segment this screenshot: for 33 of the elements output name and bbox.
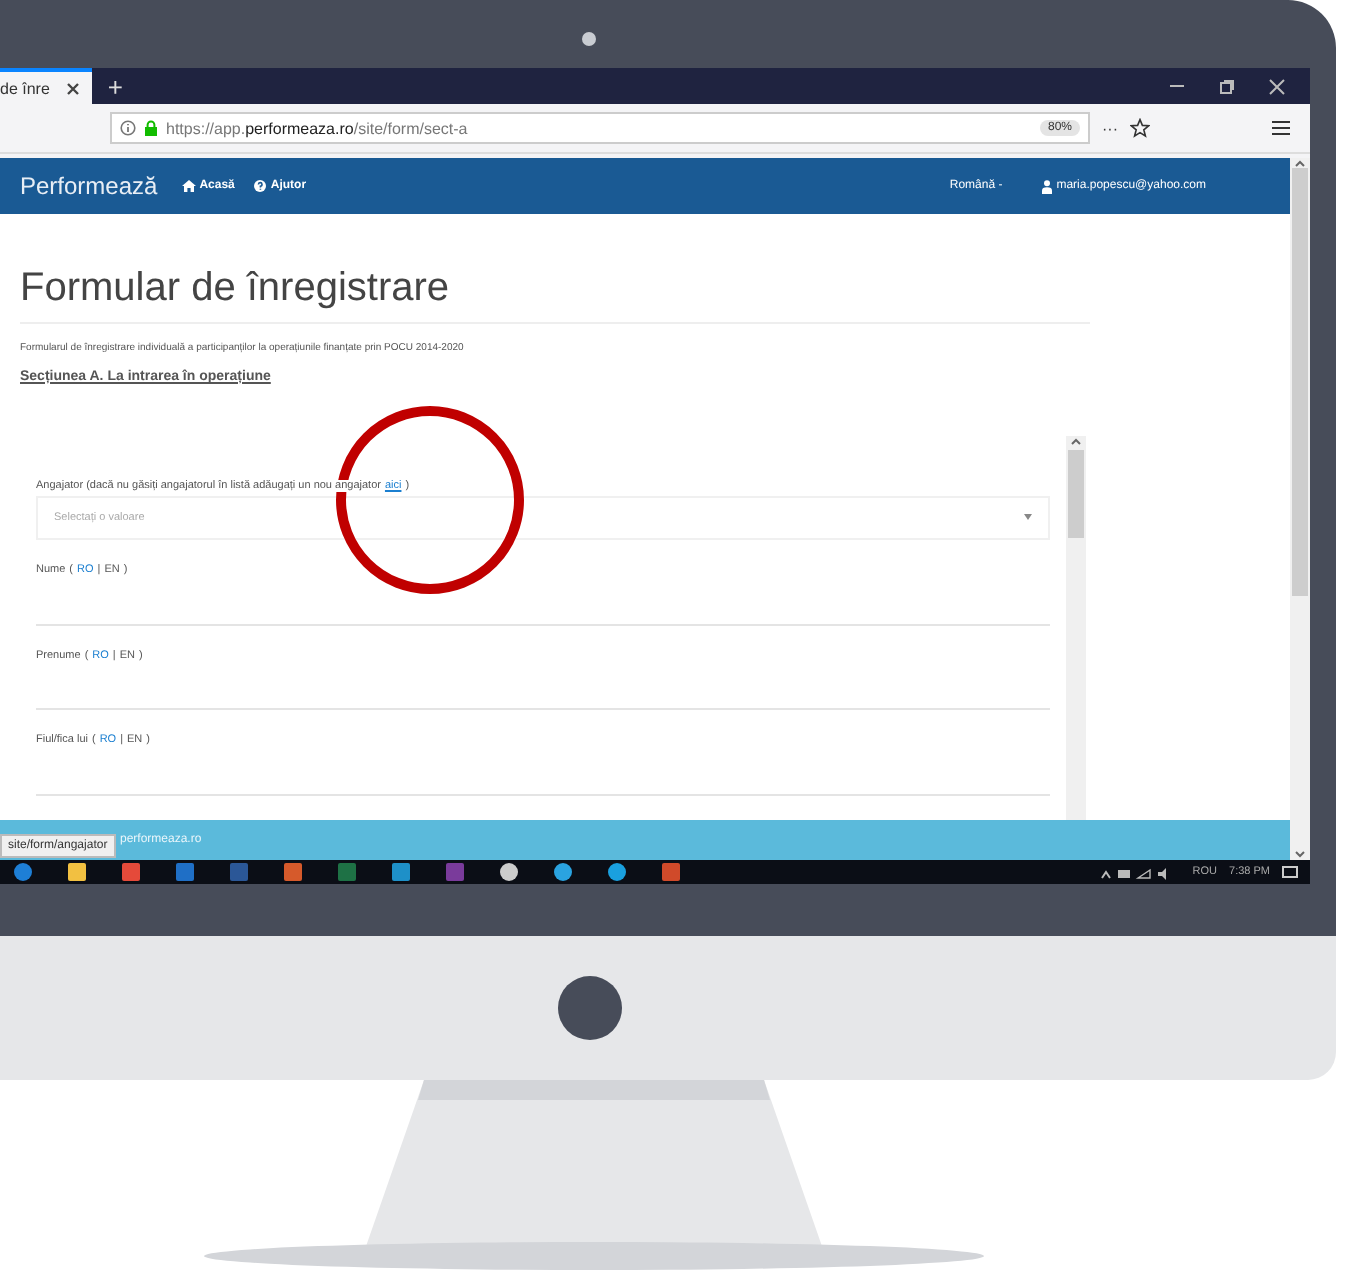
browser-tab[interactable]: de înre	[0, 68, 92, 104]
home-icon	[181, 180, 196, 192]
new-tab-button[interactable]: +	[91, 68, 139, 104]
app-icon[interactable]	[66, 862, 88, 882]
power-button[interactable]	[558, 976, 622, 1040]
star-icon[interactable]	[1130, 118, 1150, 138]
scrollbar[interactable]	[1290, 158, 1310, 860]
page-title: Formular de înregistrare	[20, 266, 1090, 324]
app-icon[interactable]	[282, 862, 304, 882]
page-actions-button[interactable]: ···	[1102, 119, 1118, 137]
caret-icon	[1024, 514, 1032, 521]
help-icon	[254, 180, 267, 192]
scroll-down-icon[interactable]	[1294, 850, 1306, 860]
app-icon[interactable]	[498, 862, 520, 882]
scrollbar-thumb[interactable]	[1292, 168, 1308, 596]
close-icon[interactable]	[65, 81, 80, 95]
scrollbar-thumb[interactable]	[1068, 450, 1084, 538]
camera-dot	[582, 32, 596, 46]
person-icon	[1042, 179, 1053, 193]
scroll-up-icon[interactable]	[1070, 436, 1082, 446]
lock-icon	[144, 120, 158, 136]
menu-icon[interactable]	[1272, 120, 1290, 136]
scrollbar[interactable]	[1066, 436, 1086, 820]
scroll-up-icon[interactable]	[1294, 158, 1306, 168]
restore-icon[interactable]	[1218, 77, 1236, 95]
app-icon[interactable]	[120, 862, 142, 882]
app-icon[interactable]	[552, 862, 574, 882]
app-icon[interactable]	[606, 862, 628, 882]
site-logo[interactable]: Performează	[20, 172, 158, 200]
close-icon[interactable]	[1268, 77, 1286, 95]
app-icon[interactable]	[390, 862, 412, 882]
url-text: https://app.performeaza.ro/site/form/sect-a	[166, 119, 468, 137]
info-icon[interactable]	[120, 120, 136, 136]
